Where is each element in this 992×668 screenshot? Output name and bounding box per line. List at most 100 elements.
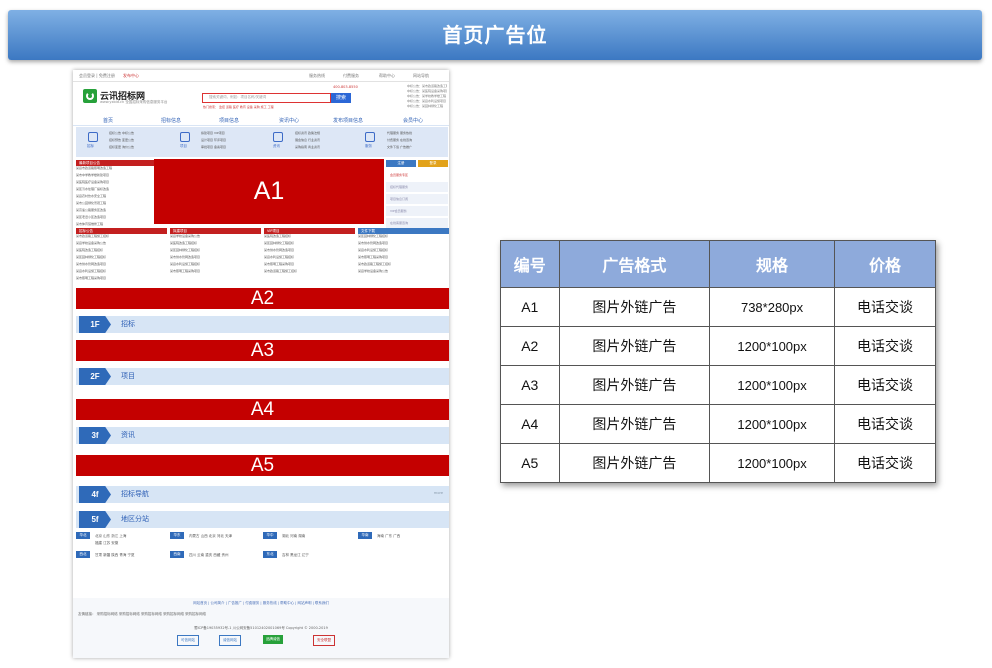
list-item[interactable]: 某县学校设备采购公告 — [76, 241, 167, 248]
list-item[interactable]: 某市供水管网改造项目 — [358, 241, 449, 248]
list-item[interactable]: 项目信息订阅 — [386, 194, 448, 204]
trust-badge[interactable]: 可信网站 — [177, 635, 199, 646]
region-links[interactable]: 海南 广东 广西 — [377, 534, 400, 539]
floor-label[interactable]: 资讯 — [121, 430, 135, 440]
floor-label[interactable]: 招标 — [121, 319, 135, 329]
topbar-link[interactable]: 付费服务 — [343, 73, 359, 79]
ad-slot-a5[interactable]: A5 — [76, 455, 449, 476]
news-category-icon[interactable] — [273, 132, 283, 142]
list-item[interactable]: 某医院医疗设备采购项目 — [76, 180, 154, 187]
list-item[interactable]: 某区园林绿化工程招标 — [264, 241, 355, 248]
list-item[interactable]: 某区老旧小区改造项目 — [76, 215, 154, 222]
list-item[interactable]: 某市供水管网改造项目 — [76, 262, 167, 269]
category-links: 招标资讯 政策法规 展会信息 行业资讯 采购指南 商业资讯 — [295, 131, 320, 149]
nav-publish[interactable]: 发布项目信息 — [333, 117, 363, 124]
list-item[interactable]: 某医院改造工程招标 — [170, 241, 261, 248]
side-member-panel: 注册 登录 会员服务专区 招标代理服务 项目信息订阅 VIP会员服务 在线客服咨… — [386, 159, 448, 228]
list-item[interactable]: 某市公园绿化景观工程 — [76, 201, 154, 208]
list-item[interactable]: 某区园林绿化工程招标 — [170, 248, 261, 255]
ad-slot-a4[interactable]: A4 — [76, 399, 449, 420]
trust-badge[interactable]: 品牌诚信 — [263, 635, 283, 644]
list-item[interactable]: 某市政道路工程施工招标 — [358, 262, 449, 269]
region-tag[interactable]: 西北 — [76, 551, 90, 558]
nav-news[interactable]: 资讯中心 — [279, 117, 299, 124]
region-links[interactable]: 四川 云南 重庆 西藏 贵州 — [189, 553, 228, 558]
site-topbar: 会员登录 | 免费注册 发布中心 服务热线 付费服务 帮助中心 网站导航 — [73, 70, 449, 82]
ad-format: 图片外链广告 — [558, 326, 711, 366]
floor-label[interactable]: 地区分站 — [121, 514, 149, 524]
publish-link[interactable]: 发布中心 — [123, 73, 139, 79]
list-item[interactable]: 某区园林绿化工程招标 — [76, 255, 167, 262]
region-links[interactable]: 北京 山东 浙江 上海 — [95, 534, 126, 539]
list-item[interactable]: 某医院改造工程招标 — [76, 248, 167, 255]
list-item[interactable]: 某县农村饮水安全工程 — [76, 194, 154, 201]
list-item[interactable]: 某市中学教学楼新建项目 — [76, 173, 154, 180]
floor-label[interactable]: 项目 — [121, 371, 135, 381]
region-links[interactable]: 福建 江苏 安徽 — [95, 541, 118, 546]
list-item[interactable]: 某县水利设施工程招标 — [170, 262, 261, 269]
region-tag[interactable]: 华中 — [263, 532, 277, 539]
region-tag[interactable]: 东北 — [263, 551, 277, 558]
list-item[interactable]: 某县学校设备采购公告 — [170, 234, 261, 241]
list-item[interactable]: VIP会员服务 — [386, 206, 448, 216]
ad-slot-a2[interactable]: A2 — [76, 288, 449, 309]
list-item[interactable]: 某市照明工程采购项目 — [264, 262, 355, 269]
list-item[interactable]: 某医院改造工程招标 — [264, 234, 355, 241]
list-item[interactable]: 某区园林绿化工程招标 — [358, 234, 449, 241]
friend-links[interactable]: 友情链接： 采购招标网络 采购招标网络 采购招标网络 采购招标网络 采购招标网络 — [78, 612, 206, 617]
list-item[interactable]: 某县水利设施工程招标 — [358, 248, 449, 255]
region-links[interactable]: 湖北 河南 湖南 — [282, 534, 305, 539]
bid-category-icon[interactable] — [88, 132, 98, 142]
list-item[interactable]: 某市供水管网改造项目 — [264, 248, 355, 255]
service-category-icon[interactable] — [365, 132, 375, 142]
region-links[interactable]: 甘肃 新疆 陕西 青海 宁夏 — [95, 553, 134, 558]
list-item[interactable]: 招标代理服务 — [386, 182, 448, 192]
list-item[interactable]: 在线客服咨询 — [386, 218, 448, 228]
list-item[interactable]: 某市照明工程采购项目 — [170, 269, 261, 276]
nav-bids[interactable]: 招标信息 — [161, 117, 181, 124]
topbar-link[interactable]: 服务热线 — [309, 73, 325, 79]
list-item[interactable]: 某市照明工程采购项目 — [76, 276, 167, 283]
list-item[interactable]: 某区污水处理厂提标改造 — [76, 187, 154, 194]
ad-slot-a3[interactable]: A3 — [76, 340, 449, 361]
list-item[interactable]: 某县市政道路照明改造工程 — [76, 166, 154, 173]
nav-projects[interactable]: 项目信息 — [219, 117, 239, 124]
list-item[interactable]: 某市供水管网改造项目 — [170, 255, 261, 262]
list-item[interactable]: 会员服务专区 — [386, 170, 448, 180]
list-item[interactable]: 某高速公路服务区改造 — [76, 208, 154, 215]
login-tab[interactable]: 登录 — [418, 160, 448, 167]
topbar-link[interactable]: 帮助中心 — [379, 73, 395, 79]
info-column: 拟建项目 某县学校设备采购公告 某医院改造工程招标 某区园林绿化工程招标 某市供… — [170, 228, 261, 276]
search-input[interactable]: 搜索关键词，例如：项目名称/关键词 — [202, 93, 331, 103]
trust-badge[interactable]: 诚信网站 — [219, 635, 241, 646]
list-item[interactable]: 某县水利设施工程招标 — [264, 255, 355, 262]
nav-member[interactable]: 会员中心 — [403, 117, 423, 124]
more-link[interactable]: more — [434, 491, 443, 495]
project-category-icon[interactable] — [180, 132, 190, 142]
register-tab[interactable]: 注册 — [386, 160, 416, 167]
search-button[interactable]: 搜索 — [331, 93, 351, 103]
trust-badge[interactable]: 安全联盟 — [313, 635, 335, 646]
list-item[interactable]: 中标公告：某园林绿化工程 — [407, 104, 447, 109]
region-links[interactable]: 吉林 黑龙江 辽宁 — [282, 553, 309, 558]
nav-home[interactable]: 首页 — [103, 117, 113, 124]
floor-label[interactable]: 招标导航 — [121, 489, 149, 499]
topbar-link[interactable]: 网站导航 — [413, 73, 429, 79]
region-tag[interactable]: 华东 — [170, 532, 184, 539]
region-links[interactable]: 内蒙古 山西 北京 河北 天津 — [189, 534, 232, 539]
copyright: 蜀ICP备19035932号-1 川公网安备51012402001069号 Co… — [194, 626, 328, 630]
region-tag[interactable]: 华南 — [358, 532, 372, 539]
column-header: 编号 — [500, 240, 560, 288]
list-item[interactable]: 某县水利设施工程招标 — [76, 269, 167, 276]
list-item[interactable]: 某市照明工程采购项目 — [358, 255, 449, 262]
region-tag[interactable]: 华北 — [76, 532, 90, 539]
list-item[interactable]: 某市政道路工程施工招标 — [264, 269, 355, 276]
login-link[interactable]: 会员登录 | 免费注册 — [79, 73, 115, 79]
region-tag[interactable]: 西南 — [170, 551, 184, 558]
ad-slot-a1[interactable]: A1 — [154, 159, 384, 224]
footer-links[interactable]: 网站首页 | 公司简介 | 广告推广 | 付费服务 | 服务热线 | 帮助中心 … — [73, 601, 449, 606]
list-item[interactable]: 某市政道路工程施工招标 — [76, 234, 167, 241]
ad-price: 电话交谈 — [833, 443, 937, 483]
logo-icon[interactable] — [83, 89, 97, 103]
list-item[interactable]: 某县学校设备采购公告 — [358, 269, 449, 276]
